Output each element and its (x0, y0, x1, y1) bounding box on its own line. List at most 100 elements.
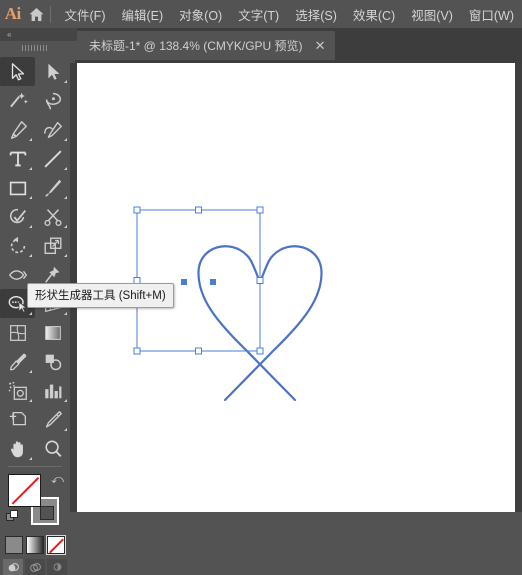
document-tab-strip: 未标题-1* @ 138.4% (CMYK/GPU 预览) ✕ (75, 28, 522, 63)
mesh-icon (9, 324, 26, 341)
draw-behind-icon (29, 562, 41, 572)
paintbrush-icon (44, 179, 61, 197)
menu-bar: Ai 文件(F) 编辑(E) 对象(O) 文字(T) 选择(S) 效果(C) 视… (0, 0, 522, 28)
tool-paintbrush-tool[interactable] (35, 173, 70, 202)
canvas-right-gutter (515, 63, 522, 512)
menu-item-window[interactable]: 窗口(W) (461, 1, 522, 28)
tool-type-tool[interactable] (0, 144, 35, 173)
tool-slice-tool[interactable] (35, 405, 70, 434)
flyout-triangle-icon[interactable] (64, 167, 67, 170)
tool-direct-selection-tool[interactable] (35, 57, 70, 86)
tool-blend-tool[interactable] (35, 347, 70, 376)
menu-item-type[interactable]: 文字(T) (230, 1, 287, 28)
panel-grip[interactable] (0, 41, 70, 55)
close-icon[interactable]: ✕ (315, 39, 326, 52)
draw-normal-button[interactable] (3, 559, 23, 575)
color-mode-button[interactable] (5, 536, 23, 554)
draw-behind-button[interactable] (25, 559, 45, 575)
stroke-swatch-inner (40, 506, 54, 520)
tools-panel-header[interactable]: « (0, 28, 77, 41)
tool-hand-tool[interactable] (0, 434, 35, 463)
tool-magic-wand-tool[interactable] (0, 86, 35, 115)
tool-eyedropper-tool[interactable] (0, 347, 35, 376)
tool-column-graph-tool[interactable] (35, 376, 70, 405)
flyout-triangle-icon[interactable] (64, 196, 67, 199)
bar-chart-icon (44, 384, 61, 398)
flyout-triangle-icon[interactable] (29, 370, 32, 373)
flyout-triangle-icon[interactable] (29, 196, 32, 199)
tool-curvature-tool[interactable] (35, 115, 70, 144)
tool-gradient-tool[interactable] (35, 318, 70, 347)
tool-selection-tool[interactable] (0, 57, 35, 86)
selection-arrow-icon (11, 62, 24, 80)
draw-inside-button[interactable] (47, 559, 67, 575)
fill-stroke-controls: ⤺ (0, 470, 70, 532)
type-T-icon (9, 151, 26, 166)
paint-mode-row (0, 535, 70, 555)
menu-separator (49, 5, 51, 23)
tool-artboard-tool[interactable] (0, 405, 35, 434)
flyout-triangle-icon[interactable] (29, 167, 32, 170)
tool-mesh-tool[interactable] (0, 318, 35, 347)
menu-item-select[interactable]: 选择(S) (287, 1, 345, 28)
artboard-icon (9, 411, 26, 425)
flyout-triangle-icon[interactable] (64, 428, 67, 431)
document-tab[interactable]: 未标题-1* @ 138.4% (CMYK/GPU 预览) ✕ (75, 31, 336, 60)
flyout-triangle-icon[interactable] (64, 138, 67, 141)
tool-pen-tool[interactable] (0, 115, 35, 144)
menu-item-effect[interactable]: 效果(C) (345, 1, 403, 28)
shape-builder-icon (8, 295, 27, 313)
menu-item-edit[interactable]: 编辑(E) (113, 1, 171, 28)
menu-item-file[interactable]: 文件(F) (57, 1, 114, 28)
slice-knife-icon (45, 410, 62, 428)
tool-line-segment-tool[interactable] (35, 144, 70, 173)
illustrator-window: Ai 文件(F) 编辑(E) 对象(O) 文字(T) 选择(S) 效果(C) 视… (0, 0, 522, 575)
flyout-triangle-icon[interactable] (64, 225, 67, 228)
flyout-triangle-icon[interactable] (64, 312, 67, 315)
tool-rotate-tool[interactable] (0, 231, 35, 260)
document-tab-title: 未标题-1* @ 138.4% (CMYK/GPU 预览) (89, 39, 303, 53)
flyout-triangle-icon[interactable] (64, 254, 67, 257)
curvature-pen-icon (43, 121, 62, 138)
tool-zoom-tool[interactable] (35, 434, 70, 463)
tool-shaper-tool[interactable] (0, 202, 35, 231)
none-slash-icon (48, 537, 64, 553)
tool-tooltip: 形状生成器工具 (Shift+M) (27, 283, 174, 308)
collapse-panel-icon[interactable]: « (7, 30, 12, 39)
flyout-triangle-icon[interactable] (64, 399, 67, 402)
draw-normal-icon (8, 562, 19, 571)
gradient-mode-button[interactable] (26, 536, 44, 554)
draw-mode-row (0, 559, 70, 575)
tool-lasso-tool[interactable] (35, 86, 70, 115)
menu-item-view[interactable]: 视图(V) (403, 1, 461, 28)
rectangle-icon (9, 181, 26, 195)
flyout-triangle-icon[interactable] (29, 399, 32, 402)
swap-fill-stroke-icon[interactable]: ⤺ (51, 472, 64, 487)
flyout-triangle-icon[interactable] (29, 225, 32, 228)
gradient-icon (44, 325, 61, 340)
menu-item-list: 文件(F) 编辑(E) 对象(O) 文字(T) 选择(S) 效果(C) 视图(V… (57, 1, 522, 28)
width-tool-icon (8, 269, 27, 280)
tool-scissors-tool[interactable] (35, 202, 70, 231)
flyout-triangle-icon[interactable] (29, 457, 32, 460)
flyout-triangle-icon[interactable] (64, 80, 67, 83)
rotate-icon (10, 236, 25, 253)
none-mode-button[interactable] (46, 535, 66, 555)
tool-symbol-sprayer-tool[interactable] (0, 376, 35, 405)
menu-item-object[interactable]: 对象(O) (171, 1, 230, 28)
direct-selection-arrow-icon (47, 63, 59, 80)
flyout-triangle-icon[interactable] (29, 254, 32, 257)
tool-scale-tool[interactable] (35, 231, 70, 260)
draw-inside-icon (53, 562, 61, 571)
flyout-triangle-icon[interactable] (29, 312, 32, 315)
tools-divider (8, 466, 62, 467)
flyout-triangle-icon[interactable] (29, 138, 32, 141)
fill-swatch[interactable] (8, 474, 41, 507)
home-icon[interactable] (25, 0, 47, 28)
hand-icon (10, 440, 23, 457)
grip-dots-icon (22, 45, 48, 51)
magnifier-icon (44, 440, 61, 457)
tool-rectangle-tool[interactable] (0, 173, 35, 202)
scale-icon (44, 237, 61, 254)
tool-grid (0, 55, 70, 463)
